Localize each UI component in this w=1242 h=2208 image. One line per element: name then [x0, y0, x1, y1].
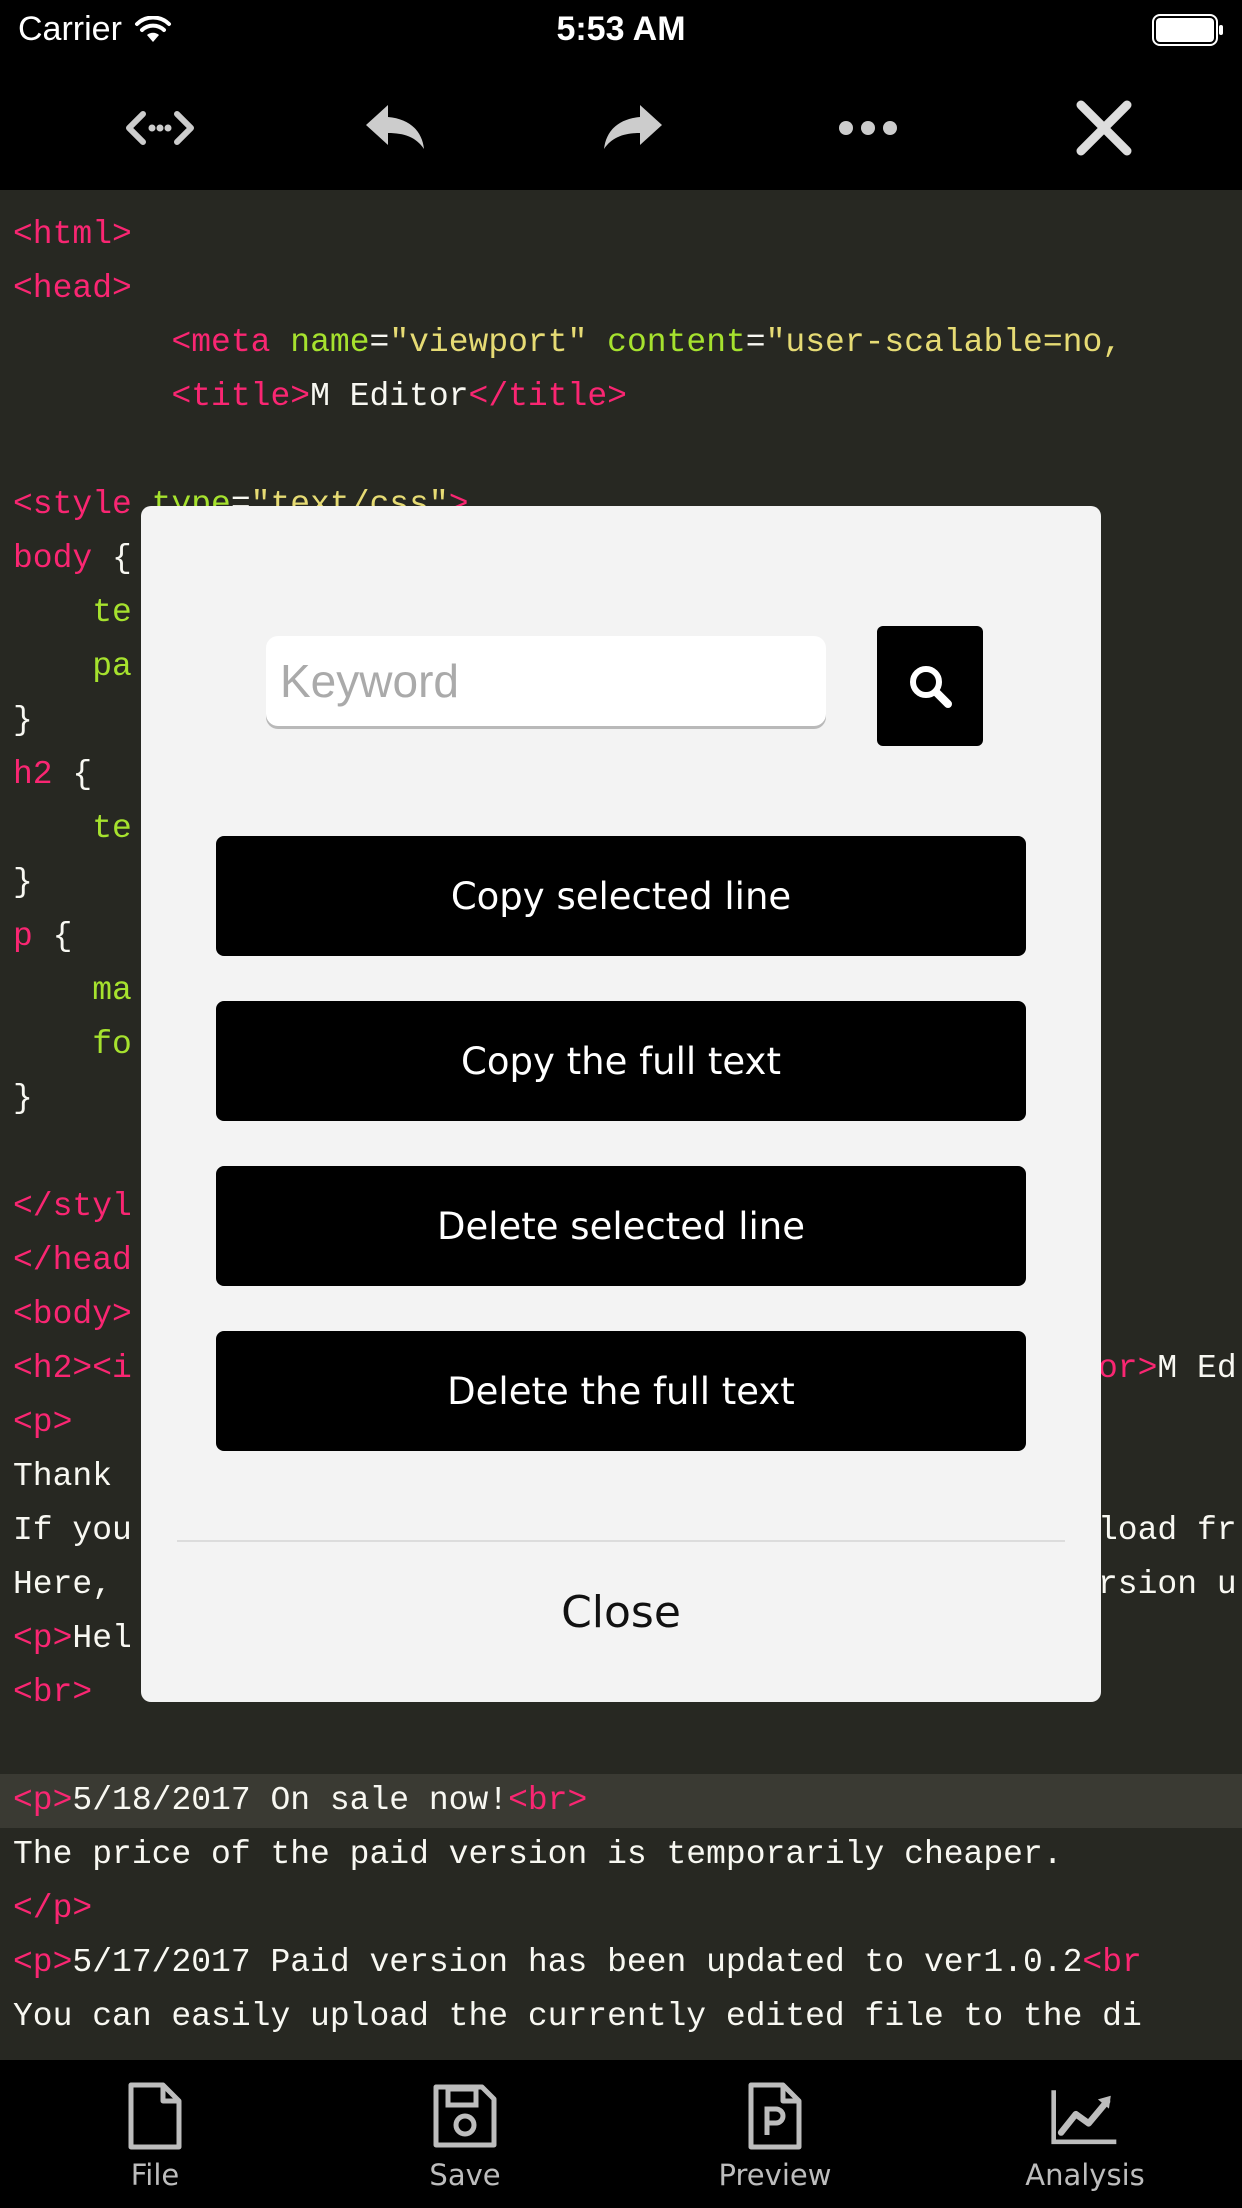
code-line-fragment: load fr: [1098, 1512, 1237, 1549]
search-button[interactable]: [877, 626, 983, 746]
analysis-icon: [1051, 2090, 1117, 2145]
code-line: The price of the paid version is tempora…: [13, 1836, 1063, 1873]
more-icon: [839, 121, 897, 135]
code-line: </head: [13, 1242, 132, 1279]
close-icon: [1076, 100, 1132, 156]
tab-save[interactable]: Save: [310, 2060, 620, 2208]
tab-preview[interactable]: Preview: [620, 2060, 930, 2208]
code-line: <p>Hel: [13, 1620, 132, 1657]
code-line: Here,: [13, 1566, 113, 1603]
more-button[interactable]: [818, 78, 918, 178]
code-line: }: [13, 1080, 33, 1117]
preview-icon: [748, 2082, 802, 2150]
code-line: <p>5/18/2017 On sale now!<br>: [13, 1782, 588, 1819]
undo-button[interactable]: [346, 78, 446, 178]
copy-selected-line-button[interactable]: Copy selected line: [216, 836, 1026, 956]
code-line: If you: [13, 1512, 132, 1549]
tab-analysis[interactable]: Analysis: [930, 2060, 1240, 2208]
tab-analysis-label: Analysis: [1025, 2158, 1145, 2192]
battery-icon: [1152, 14, 1223, 46]
code-line: You can easily upload the currently edit…: [13, 1998, 1142, 2035]
code-line: fo: [92, 1026, 132, 1063]
code-line-fragment: or>M Ed: [1098, 1350, 1237, 1387]
code-line: <meta name="viewport" content="user-scal…: [171, 324, 1123, 361]
keyword-search-input[interactable]: [266, 636, 826, 726]
code-line-fragment: rsion u: [1098, 1566, 1237, 1603]
editor-toolbar: [0, 70, 1242, 190]
code-line: }: [13, 864, 33, 901]
close-editor-button[interactable]: [1054, 78, 1154, 178]
copy-full-text-button[interactable]: Copy the full text: [216, 1001, 1026, 1121]
delete-selected-line-button[interactable]: Delete selected line: [216, 1166, 1026, 1286]
code-line: pa: [92, 648, 132, 685]
code-line: <title>M Editor</title>: [171, 378, 627, 415]
code-line: <p>5/17/2017 Paid version has been updat…: [13, 1944, 1142, 1981]
status-bar: Carrier 5:53 AM: [0, 0, 1242, 62]
file-icon: [128, 2082, 182, 2150]
delete-full-text-button[interactable]: Delete the full text: [216, 1331, 1026, 1451]
code-line: </p>: [13, 1890, 93, 1927]
code-line: <html>: [13, 216, 132, 253]
top-bar: Carrier 5:53 AM: [0, 0, 1242, 190]
tab-file-label: File: [130, 2158, 180, 2192]
code-line: ma: [92, 972, 132, 1009]
undo-icon: [366, 105, 424, 149]
tab-file[interactable]: File: [0, 2060, 310, 2208]
code-line: </styl: [13, 1188, 132, 1225]
redo-button[interactable]: [582, 78, 682, 178]
code-toggle-icon: [126, 111, 194, 145]
close-dialog-button[interactable]: Close: [141, 1542, 1101, 1682]
save-icon: [433, 2084, 497, 2148]
status-time: 5:53 AM: [556, 10, 686, 48]
code-line: Thank: [13, 1458, 113, 1495]
code-line: h2 {: [13, 756, 93, 793]
tab-save-label: Save: [429, 2158, 501, 2192]
bottom-tab-bar: File Save Preview Analysis: [0, 2060, 1242, 2208]
code-line: <br>: [13, 1674, 93, 1711]
edit-menu-dialog: Copy selected line Copy the full text De…: [141, 506, 1101, 1702]
search-icon: [910, 666, 952, 708]
code-line: <head>: [13, 270, 132, 307]
code-line: te: [92, 594, 132, 631]
code-line: <h2><i: [13, 1350, 132, 1387]
code-line: te: [92, 810, 132, 847]
tab-preview-label: Preview: [718, 2158, 832, 2192]
code-toggle-button[interactable]: [110, 78, 210, 178]
code-line: body {: [13, 540, 132, 577]
code-line: <p>: [13, 1404, 73, 1441]
redo-icon: [604, 105, 662, 149]
code-line: <body>: [13, 1296, 132, 1333]
code-line: }: [13, 702, 33, 739]
code-line: p {: [13, 918, 73, 955]
